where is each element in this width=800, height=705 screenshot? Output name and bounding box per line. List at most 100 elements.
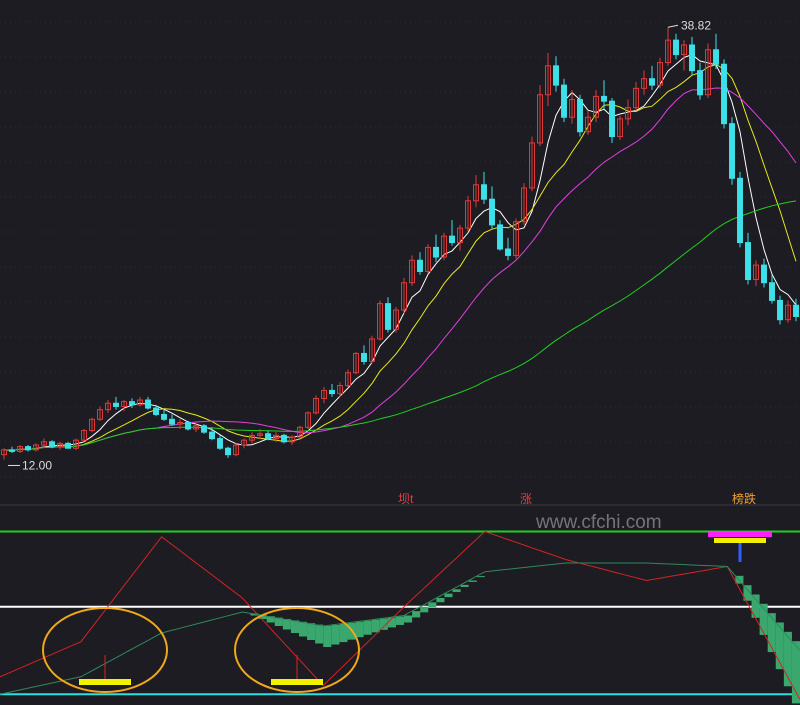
candle: [329, 383, 335, 397]
candle-body: [25, 446, 31, 451]
candle-body: [449, 235, 455, 244]
candle: [705, 43, 711, 98]
watermark: www.cfchi.com: [535, 512, 662, 533]
candle: [697, 62, 703, 100]
candle: [401, 277, 407, 314]
ma5-line: [3, 54, 797, 452]
candle: [353, 351, 359, 375]
candle: [545, 52, 551, 107]
candle: [449, 220, 455, 246]
indicator-panel: [0, 504, 800, 704]
candle-body: [649, 78, 655, 86]
indicator-bar: [355, 621, 364, 638]
candle-body: [129, 401, 135, 406]
ma60-line: [3, 200, 797, 452]
candle-body: [737, 177, 743, 244]
event-tag: 坝t: [398, 492, 414, 506]
indicator-bar: [395, 616, 405, 625]
indicator-bar: [290, 620, 299, 633]
candle-body: [49, 441, 55, 448]
candle: [721, 59, 727, 129]
candle: [241, 438, 247, 449]
candle-body: [769, 282, 775, 301]
candle-body: [209, 431, 215, 440]
candle: [217, 435, 223, 450]
candle: [89, 417, 95, 433]
candle: [489, 186, 495, 230]
high-price-label: 38.82: [681, 18, 711, 32]
indicator-bar: [767, 613, 776, 653]
candle: [185, 420, 191, 431]
candle: [505, 237, 511, 261]
candle: [169, 414, 175, 426]
candle-body: [777, 299, 783, 321]
indicator-bar: [412, 611, 421, 618]
indicator-bar: [339, 623, 348, 643]
low-price-label: 12.00: [22, 458, 52, 472]
candle: [673, 33, 679, 60]
candle-body: [745, 242, 751, 281]
candle: [745, 232, 751, 285]
candle: [785, 300, 791, 323]
candle: [409, 255, 415, 286]
ma10-line: [3, 64, 797, 452]
candle-body: [265, 433, 271, 440]
candle-body: [489, 198, 495, 226]
top-marker-yellow: [714, 538, 766, 543]
high-pointer: [667, 24, 679, 28]
candle: [81, 428, 87, 442]
candle: [97, 406, 103, 421]
candle: [641, 70, 647, 95]
candle: [665, 27, 671, 66]
candle: [225, 446, 231, 458]
candle-body: [281, 434, 287, 443]
candle-body: [417, 259, 423, 272]
candle: [777, 295, 783, 325]
candle-body: [497, 224, 503, 250]
indicator-bar: [404, 615, 413, 623]
indicator-bar: [420, 606, 429, 613]
candle-body: [553, 65, 559, 86]
candle-body: [113, 402, 119, 407]
candle: [377, 300, 383, 341]
candle-body: [761, 264, 767, 284]
indicator-bar: [444, 593, 453, 598]
event-tag: 榜跌: [732, 491, 756, 506]
candle: [609, 97, 615, 143]
candle: [681, 40, 687, 71]
candle-body: [505, 248, 511, 256]
candle: [729, 117, 735, 185]
candle-body: [577, 99, 583, 133]
indicator-bar: [363, 620, 372, 635]
candle: [137, 396, 143, 407]
candle-body: [689, 44, 695, 72]
candle-body: [481, 184, 487, 200]
candle: [265, 430, 271, 441]
indicator-line-green: [0, 562, 800, 695]
indicator-bar: [307, 623, 316, 640]
candle-body: [329, 389, 335, 395]
stock-chart: 38.82 12.00 坝t 涨 榜跌 www.cfchi.com: [0, 18, 800, 704]
indicator-bar: [452, 589, 461, 593]
indicator-bar: [791, 641, 800, 704]
candle: [113, 396, 119, 410]
candle: [33, 443, 39, 452]
candle: [593, 89, 599, 123]
candle-body: [153, 407, 159, 415]
indicator-bar: [476, 576, 485, 578]
candle: [561, 78, 567, 123]
candle: [49, 440, 55, 449]
price-grid: [0, 21, 800, 478]
candle-body: [793, 304, 799, 317]
indicator-bar: [428, 602, 437, 608]
candle: [457, 224, 463, 251]
indicator-bar: [323, 626, 332, 647]
candle-body: [65, 442, 71, 449]
candle-body: [721, 63, 727, 125]
indicator-bar: [436, 598, 445, 603]
candle: [305, 411, 311, 429]
candle: [425, 244, 431, 274]
candle: [281, 433, 287, 444]
candle: [497, 220, 503, 251]
indicator-bar: [298, 621, 308, 637]
